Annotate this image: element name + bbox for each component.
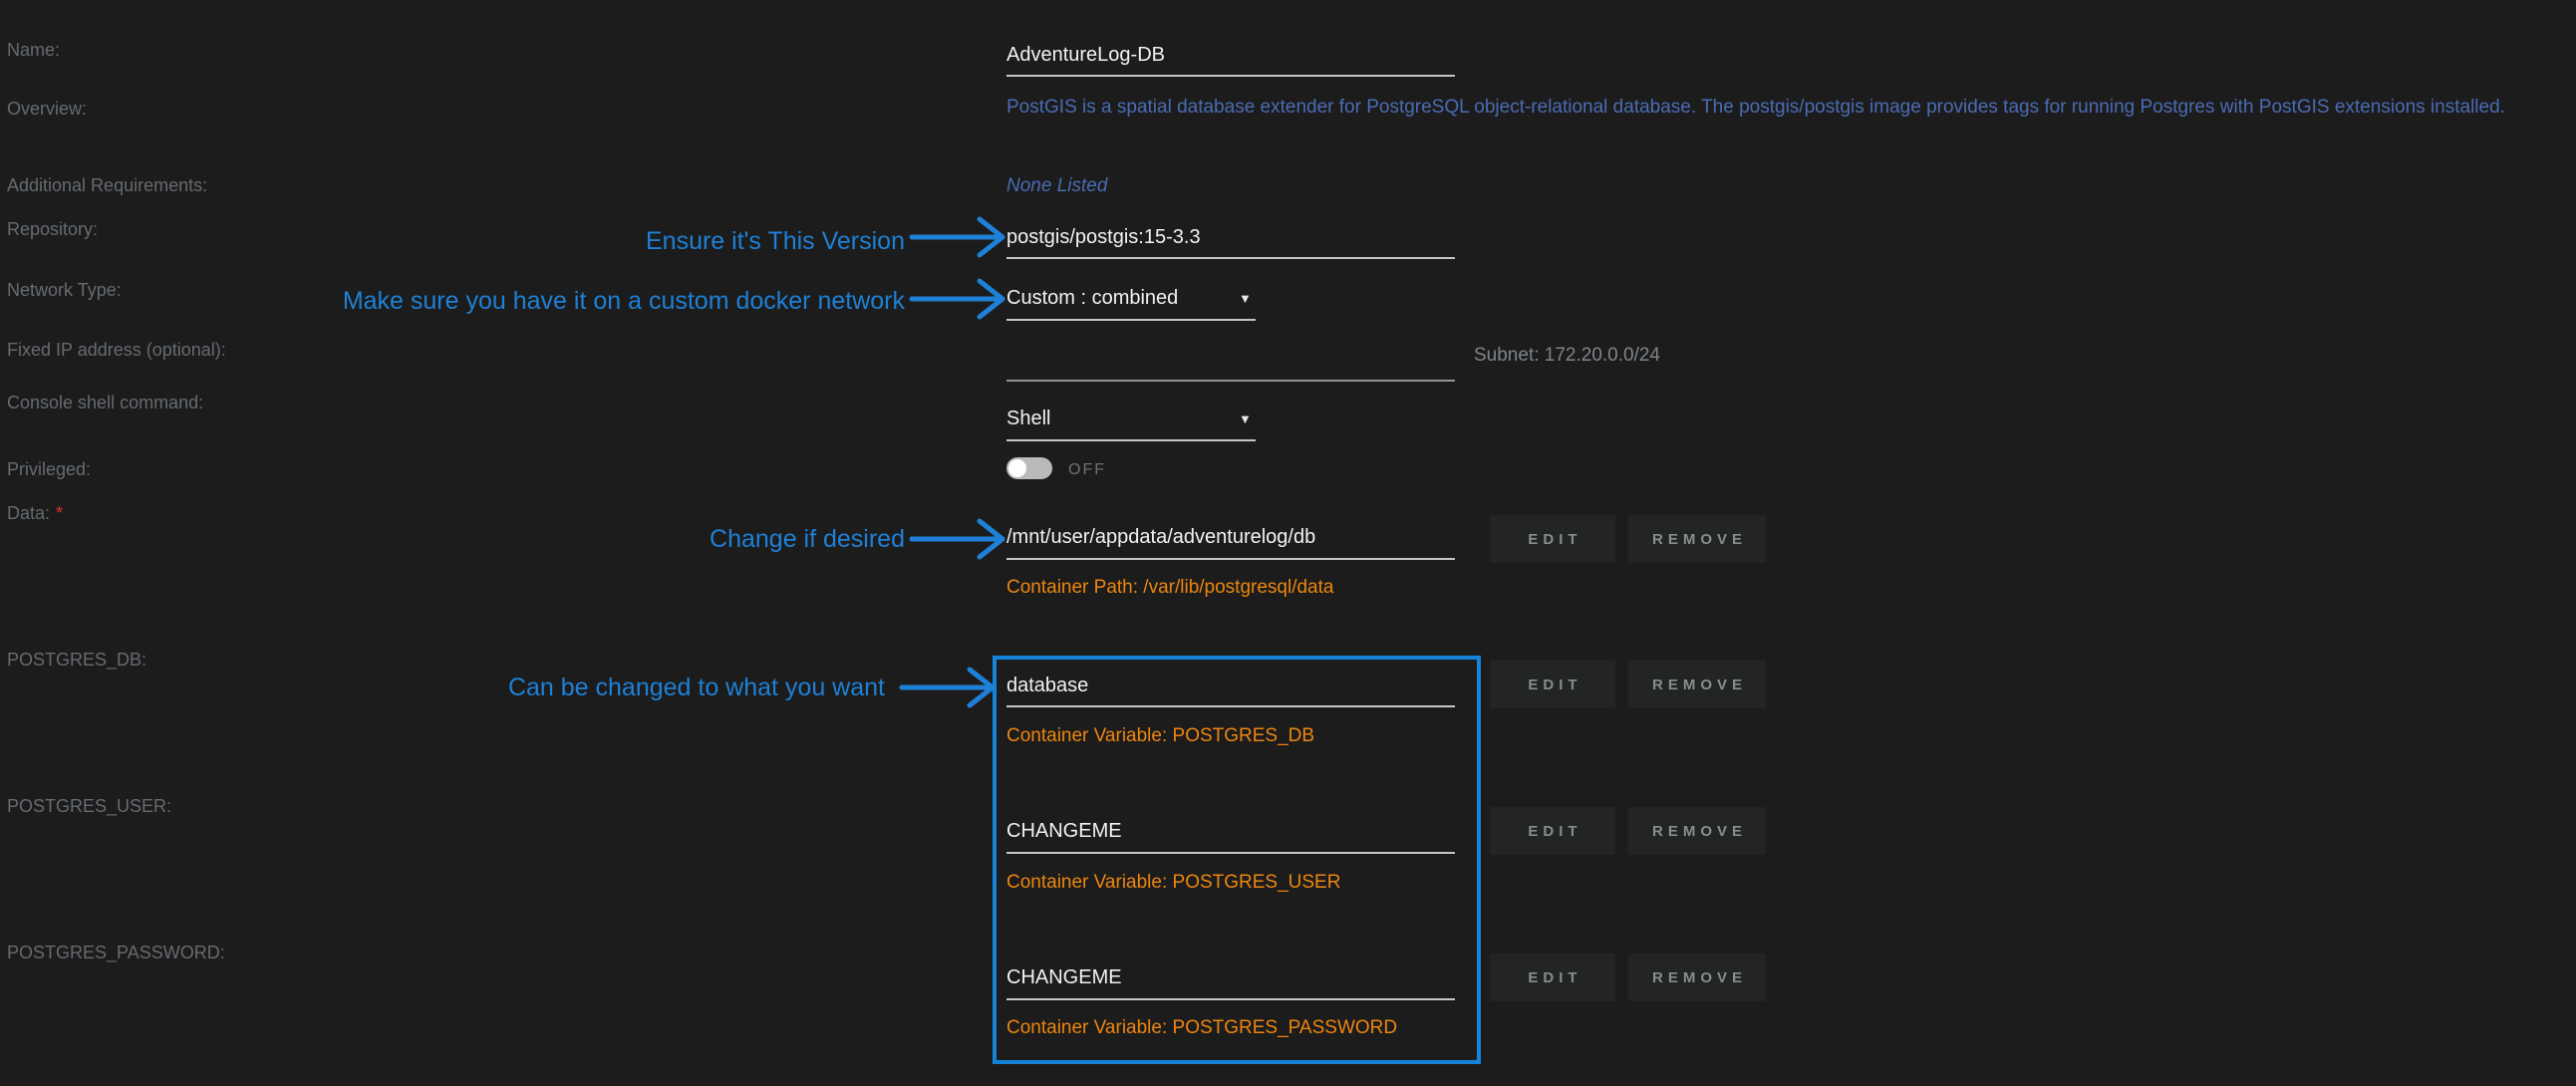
required-asterisk: * [56,503,63,523]
privileged-label: Privileged: [7,459,91,480]
data-container-path: Container Path: /var/lib/postgresql/data [1006,577,1333,599]
network-type-label: Network Type: [7,280,122,301]
additional-requirements-value: None Listed [1006,175,1107,197]
toggle-knob [1008,459,1026,477]
annotation-arrow-data [909,515,1008,563]
data-input[interactable]: /mnt/user/appdata/adventurelog/db [1006,526,1315,549]
fixed-ip-underline [1006,380,1455,382]
name-input[interactable]: AdventureLog-DB [1006,44,1165,67]
postgres-password-underline [1006,998,1455,1000]
console-shell-label: Console shell command: [7,393,203,413]
network-type-select[interactable]: Custom : combined ▼ [1006,287,1256,310]
postgres-user-edit-button[interactable]: EDIT [1490,807,1615,855]
data-edit-button[interactable]: EDIT [1490,515,1615,563]
postgres-db-container-variable: Container Variable: POSTGRES_DB [1006,725,1314,747]
annotation-postgres: Can be changed to what you want [249,673,885,702]
name-label: Name: [7,40,60,61]
subnet-note: Subnet: 172.20.0.0/24 [1474,345,1660,367]
console-shell-select[interactable]: Shell ▼ [1006,407,1256,430]
annotation-arrow-postgres [899,664,999,711]
additional-requirements-label: Additional Requirements: [7,175,207,196]
postgres-password-label: POSTGRES_PASSWORD: [7,943,225,963]
postgres-password-input[interactable]: CHANGEME [1006,966,1122,989]
data-remove-button[interactable]: REMOVE [1628,515,1766,563]
name-input-underline [1006,75,1455,77]
postgres-user-input[interactable]: CHANGEME [1006,820,1122,843]
caret-down-icon: ▼ [1239,411,1252,426]
postgres-password-edit-button[interactable]: EDIT [1490,953,1615,1001]
annotation-repository: Ensure it's This Version [299,226,905,256]
console-shell-underline [1006,439,1256,441]
postgres-user-container-variable: Container Variable: POSTGRES_USER [1006,872,1340,894]
docker-template-form: Name: Overview: Additional Requirements:… [0,0,2576,1086]
overview-label: Overview: [7,99,87,120]
repository-input[interactable]: postgis/postgis:15-3.3 [1006,226,1201,249]
postgres-db-label: POSTGRES_DB: [7,650,146,671]
network-type-selected: Custom : combined [1006,287,1178,309]
annotation-network: Make sure you have it on a custom docker… [149,286,905,316]
privileged-toggle[interactable] [1006,457,1052,479]
postgres-user-underline [1006,852,1455,854]
data-label-text: Data: [7,503,50,523]
fixed-ip-label: Fixed IP address (optional): [7,340,226,361]
overview-description: PostGIS is a spatial database extender f… [1006,97,2505,119]
postgres-db-underline [1006,705,1455,707]
annotation-arrow-network [909,275,1008,323]
annotation-data: Change if desired [399,524,905,554]
highlight-box [993,656,1481,1064]
postgres-db-remove-button[interactable]: REMOVE [1628,661,1766,708]
caret-down-icon: ▼ [1239,291,1252,306]
data-input-underline [1006,558,1455,560]
data-label: Data: * [7,503,63,524]
repository-label: Repository: [7,219,98,240]
fixed-ip-input[interactable] [1006,351,1455,381]
postgres-user-remove-button[interactable]: REMOVE [1628,807,1766,855]
privileged-state-label: OFF [1068,461,1106,479]
postgres-db-input[interactable]: database [1006,675,1088,697]
postgres-db-edit-button[interactable]: EDIT [1490,661,1615,708]
annotation-arrow-repository [909,213,1008,261]
postgres-user-label: POSTGRES_USER: [7,796,171,817]
network-type-underline [1006,319,1256,321]
postgres-password-remove-button[interactable]: REMOVE [1628,953,1766,1001]
repository-input-underline [1006,257,1455,259]
console-shell-selected: Shell [1006,407,1050,429]
postgres-password-container-variable: Container Variable: POSTGRES_PASSWORD [1006,1017,1397,1039]
